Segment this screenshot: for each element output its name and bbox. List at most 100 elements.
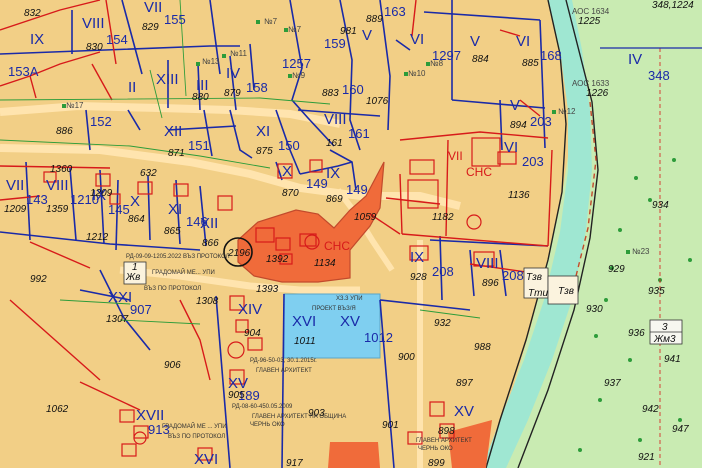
num-1226: 1226 <box>586 88 609 99</box>
map-canvas: IX VIII VII V VI V VI IV II XIII III IV … <box>0 0 702 468</box>
num-885: 885 <box>522 58 539 69</box>
num-864: 864 <box>128 214 145 225</box>
num-896: 896 <box>482 278 499 289</box>
num-901: 901 <box>382 420 399 431</box>
num-992: 992 <box>30 274 47 285</box>
point-11: №11 <box>230 49 247 58</box>
num-870: 870 <box>282 188 299 199</box>
label-152: 152 <box>90 114 112 129</box>
num-875: 875 <box>256 146 273 157</box>
label-154: 154 <box>106 32 128 47</box>
label-vi-top2: VI <box>516 33 530 50</box>
annotation-12: ХЗ.3 УПИ <box>336 296 363 302</box>
aos-1634: АОС 1634 <box>572 7 610 16</box>
point-12: №12 <box>558 107 576 116</box>
point-17: №17 <box>66 101 84 110</box>
label-153a: 153А <box>8 64 39 79</box>
label-xi: XI <box>256 123 270 140</box>
label-vii-red: VII <box>448 149 463 163</box>
orange-parcel-bottom <box>328 442 380 468</box>
annotation-11: ПРОЕКТ ВЪЗ/Я <box>312 306 356 312</box>
point-13: №13 <box>202 57 220 66</box>
num-1059: 1059 <box>354 212 377 223</box>
tzv-label-2: Тзв <box>558 286 574 297</box>
label-149a: 149 <box>306 176 328 191</box>
num-942: 942 <box>642 404 659 415</box>
num-1393: 1393 <box>256 284 279 295</box>
label-chc-1: СНС <box>466 165 492 179</box>
point-10: №10 <box>408 69 426 78</box>
label-xiv: XIV <box>238 301 262 318</box>
num-1359: 1359 <box>46 204 69 215</box>
num-348-1224: 348,1224 <box>652 0 694 11</box>
label-vi-right: VI <box>504 139 518 156</box>
point-8: №8 <box>430 59 444 68</box>
label-v-top: V <box>362 27 372 44</box>
annotation-13: ГЛАВЕН АРХИТЕКТ <box>416 438 472 444</box>
num-871: 871 <box>168 148 185 159</box>
num-937: 937 <box>604 378 621 389</box>
num-917: 917 <box>286 458 303 468</box>
num-886: 886 <box>56 126 73 137</box>
num-1360: 1360 <box>50 164 73 175</box>
label-xiii: XIII <box>156 71 179 88</box>
label-168: 168 <box>540 48 562 63</box>
num-869: 869 <box>326 194 343 205</box>
label-155: 155 <box>164 12 186 27</box>
label-iv-mid: IV <box>226 65 240 82</box>
num-880: 880 <box>192 92 209 103</box>
annotation-9: ГРАДОМАЙ МЕ ... УПИ <box>162 422 227 430</box>
label-viii-left: VIII <box>46 177 69 194</box>
annotation-2: ГРАДОМАЙ МЕ... УПИ <box>152 268 215 276</box>
num-1182: 1182 <box>432 212 454 223</box>
label-viii-top: VIII <box>82 15 105 32</box>
num-1076: 1076 <box>366 96 389 107</box>
num-897: 897 <box>456 378 473 389</box>
annotation-10: ВЪЗ ПО ПРОТОКОЛ <box>168 434 225 440</box>
label-143: 143 <box>26 192 48 207</box>
num-1011: 1011 <box>294 336 316 347</box>
num-883: 883 <box>322 88 339 99</box>
num-830: 830 <box>86 42 103 53</box>
label-1257: 1257 <box>282 56 311 71</box>
annotation-6: РД-08-60-450.05.2009 <box>232 404 293 410</box>
num-2196: 2196 <box>227 248 251 259</box>
num-161: 161 <box>326 138 343 149</box>
num-865: 865 <box>164 226 181 237</box>
num-921: 921 <box>638 452 655 463</box>
label-vi-top: VI <box>410 31 424 48</box>
num-935: 935 <box>648 286 665 297</box>
label-ix-left: IX <box>30 31 44 48</box>
label-xi-left: XI <box>168 201 182 218</box>
num-832: 832 <box>24 8 41 19</box>
label-150: 150 <box>278 138 300 153</box>
tti-label: Тти <box>528 288 548 299</box>
zhv-label: Жв <box>125 272 140 283</box>
num-1136: 1136 <box>508 190 530 201</box>
label-348: 348 <box>648 68 670 83</box>
label-xvi: XVI <box>292 313 316 330</box>
num-934: 934 <box>652 200 669 211</box>
label-xvi-bottom: XVI <box>194 451 218 468</box>
label-x-left: X <box>130 193 140 210</box>
num-866: 866 <box>202 238 219 249</box>
num-1209b: 1209 <box>90 188 113 199</box>
num-899: 899 <box>428 458 445 468</box>
num-941: 941 <box>664 354 681 365</box>
label-203a: 203 <box>530 114 552 129</box>
cadastral-map[interactable]: IX VIII VII V VI V VI IV II XIII III IV … <box>0 0 702 468</box>
label-208b: 208 <box>502 268 524 283</box>
point-7a: №7 <box>264 17 278 26</box>
num-1392: 1392 <box>266 254 289 265</box>
num-905: 905 <box>228 390 245 401</box>
label-160: 160 <box>342 82 364 97</box>
num-1: 1 <box>132 262 138 273</box>
label-907: 907 <box>130 302 152 317</box>
num-1308: 1308 <box>196 296 219 307</box>
num-1212: 1212 <box>86 232 109 243</box>
num-884: 884 <box>472 54 489 65</box>
annotation-8: ЧЕРНЬ ОКО <box>250 422 285 428</box>
label-v-mid: V <box>470 33 480 50</box>
annotation-14: ЧЕРНЬ ОКО <box>418 446 453 452</box>
label-viii-lower: VIII <box>476 255 499 272</box>
